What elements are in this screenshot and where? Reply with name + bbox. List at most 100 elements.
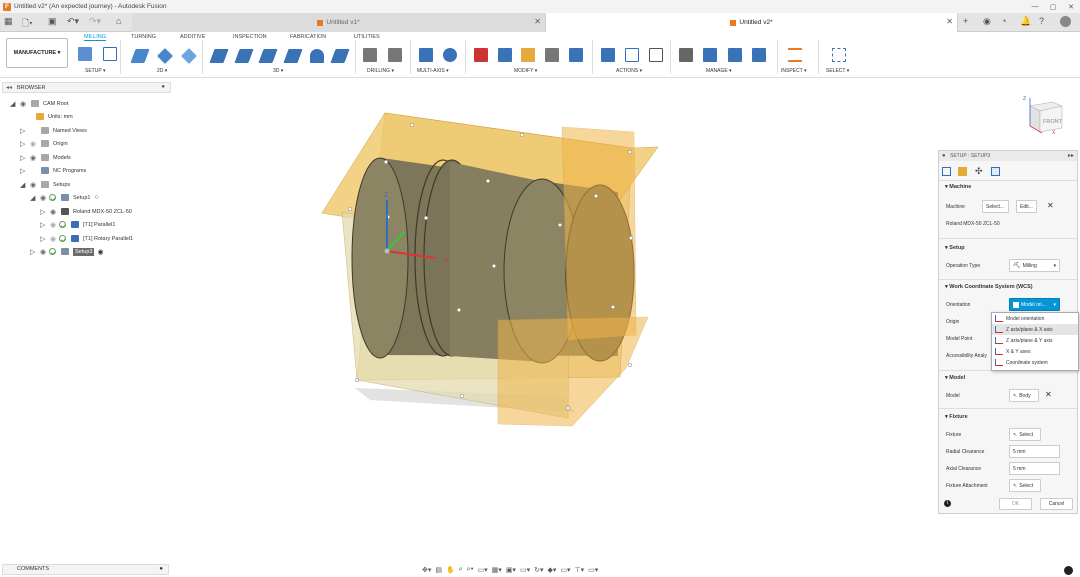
tab-utilities[interactable]: UTILITIES: [354, 34, 380, 40]
adaptive-clearing-icon[interactable]: [209, 49, 229, 63]
expand-toggle-icon[interactable]: ▷: [20, 127, 30, 135]
section-model-header[interactable]: ▾ Model: [945, 375, 965, 381]
maximize-button[interactable]: ▢: [1044, 3, 1062, 11]
effects-icon[interactable]: ▭▾: [588, 566, 598, 574]
group-modify[interactable]: MODIFY ▾: [514, 68, 537, 74]
tab-untitled-v2[interactable]: Untitled v2* ✕: [546, 13, 958, 32]
group-select[interactable]: SELECT ▾: [826, 68, 849, 74]
expand-toggle-icon[interactable]: ▷: [30, 248, 40, 256]
radial-clearance-input[interactable]: 5 mm: [1009, 445, 1060, 458]
tool-library-manage-icon[interactable]: [679, 48, 693, 62]
pocket-clearing-icon[interactable]: [234, 49, 254, 63]
axial-clearance-input[interactable]: 5 mm: [1009, 462, 1060, 475]
cut-icon[interactable]: [474, 48, 488, 62]
look-at-icon[interactable]: ▤: [435, 566, 442, 574]
template-library-icon[interactable]: [752, 48, 766, 62]
measure-icon[interactable]: [788, 48, 802, 62]
tree-node-rotary-parallel1[interactable]: ▷ ◉ [T1] Rotary Parallel1: [40, 232, 133, 245]
group-2d[interactable]: 2D ▾: [157, 68, 167, 74]
fixture-attachment-select-button[interactable]: ↖ Select: [1009, 479, 1041, 492]
expand-toggle-icon[interactable]: ▷: [20, 167, 30, 175]
option-x-y-axes[interactable]: X & Y axes: [992, 346, 1078, 357]
option-coordinate-system[interactable]: Coordinate system: [992, 357, 1078, 368]
expand-toggle-icon[interactable]: ◢: [20, 181, 30, 189]
collapse-browser-icon[interactable]: ◂◂: [6, 84, 12, 91]
rotary-icon[interactable]: [443, 48, 457, 62]
tree-node-units[interactable]: Units: mm: [34, 110, 73, 123]
tree-node-named-views[interactable]: ▷ Named Views: [20, 124, 87, 137]
tree-node-models[interactable]: ▷ ◉ Models: [20, 151, 71, 164]
group-setup[interactable]: SETUP ▾: [85, 68, 105, 74]
group-3d[interactable]: 3D ▾: [273, 68, 283, 74]
visibility-eye-icon[interactable]: ◉: [40, 248, 49, 256]
pin-icon[interactable]: ●: [161, 84, 165, 90]
section-fixture-header[interactable]: ▾ Fixture: [945, 414, 968, 420]
pin-icon[interactable]: ●: [159, 565, 163, 574]
contour-icon[interactable]: [330, 49, 350, 63]
expand-toggle-icon[interactable]: ▷: [40, 235, 50, 243]
clear-model-icon[interactable]: ✕: [1045, 390, 1052, 399]
comments-panel[interactable]: COMMENTS ●: [2, 564, 169, 575]
browser-header[interactable]: ◂◂ BROWSER ●: [2, 82, 171, 93]
feedback-icon[interactable]: [1064, 566, 1073, 575]
hole-recognition-icon[interactable]: [388, 48, 402, 62]
multi-axis-icon[interactable]: [419, 48, 433, 62]
select-machine-button[interactable]: Select...: [982, 200, 1009, 213]
visibility-eye-icon[interactable]: ◉: [30, 181, 39, 189]
home-icon[interactable]: ⌂: [116, 16, 121, 26]
file-menu-icon[interactable]: 🗋▾: [22, 16, 33, 32]
tree-node-setup3[interactable]: ▷ ◉ Setup3 ◉: [30, 245, 104, 258]
fit-icon[interactable]: ⌕▾: [467, 566, 474, 574]
option-z-axis-x-axis[interactable]: Z axis/plane & X axis: [992, 324, 1078, 335]
orientation-select[interactable]: Model ori... ▾: [1009, 298, 1060, 311]
tree-node-nc-programs[interactable]: ▷ NC Programs: [20, 164, 86, 177]
tool-library-icon[interactable]: [545, 48, 559, 62]
grid-icon[interactable]: ▦▾: [492, 566, 502, 574]
model-select-button[interactable]: ↖ Body: [1009, 389, 1039, 402]
tab-setup-icon[interactable]: [942, 167, 951, 176]
user-avatar[interactable]: [1060, 16, 1071, 27]
tree-node-parallel1[interactable]: ▷ ◉ [T1] Parallel1: [40, 218, 115, 231]
expand-dialog-icon[interactable]: ▸▸: [1068, 151, 1074, 161]
close-tab-icon[interactable]: ✕: [534, 17, 541, 26]
refresh-icon[interactable]: ↻▾: [534, 566, 543, 574]
tree-node-origin[interactable]: ▷ ◉ Origin: [20, 137, 68, 150]
visibility-eye-icon[interactable]: ◉: [50, 221, 59, 229]
section-machine-header[interactable]: ▾ Machine: [945, 184, 971, 190]
group-inspect[interactable]: INSPECT ▾: [781, 68, 806, 74]
cancel-button[interactable]: Cancel: [1040, 498, 1073, 510]
tab-turning[interactable]: TURNING: [131, 34, 156, 40]
option-z-axis-y-axis[interactable]: Z axis/plane & Y axis: [992, 335, 1078, 346]
tab-stock-icon[interactable]: [958, 167, 967, 176]
redo-icon[interactable]: ↷▾: [89, 16, 101, 27]
extensions-icon[interactable]: ◉: [983, 16, 991, 27]
tab-milling[interactable]: MILLING: [84, 34, 107, 41]
fixture-select-button[interactable]: ↖ Select: [1009, 428, 1041, 441]
visibility-eye-icon[interactable]: ◉: [30, 154, 39, 162]
drill-icon[interactable]: [363, 48, 377, 62]
viewport-model[interactable]: Z X: [300, 100, 680, 440]
expand-toggle-icon[interactable]: ◢: [30, 194, 40, 202]
grid-menu-icon[interactable]: ▦: [4, 16, 13, 27]
visibility-eye-icon[interactable]: ◉: [30, 140, 39, 148]
filter-icon[interactable]: ⊤▾: [575, 566, 585, 574]
help-icon[interactable]: ?: [1039, 16, 1044, 26]
viewports-icon[interactable]: ▣▾: [506, 566, 516, 574]
display-settings-icon[interactable]: ▭▾: [478, 566, 488, 574]
save-icon[interactable]: ▣: [48, 16, 57, 27]
group-multi-axis[interactable]: MULTI-AXIS ▾: [417, 68, 449, 74]
workspace-switcher[interactable]: MANUFACTURE ▾: [6, 38, 68, 68]
post-library-icon[interactable]: [728, 48, 742, 62]
expand-toggle-icon[interactable]: ◢: [10, 100, 20, 108]
option-model-orientation[interactable]: Model orientation: [992, 313, 1078, 324]
tree-node-setup1[interactable]: ◢ ◉ Setup1 ○: [30, 191, 99, 204]
tree-node-setups[interactable]: ◢ ◉ Setups: [20, 178, 70, 191]
job-status-icon[interactable]: ◔: [1001, 16, 1006, 26]
post-process-icon[interactable]: [625, 48, 639, 62]
face-icon[interactable]: [181, 48, 197, 64]
machine-library-icon[interactable]: [703, 48, 717, 62]
notifications-icon[interactable]: 🔔: [1020, 16, 1031, 27]
visibility-eye-icon[interactable]: ◉: [50, 235, 59, 243]
expand-toggle-icon[interactable]: ▷: [20, 154, 30, 162]
pan-icon[interactable]: ✋: [446, 566, 455, 574]
